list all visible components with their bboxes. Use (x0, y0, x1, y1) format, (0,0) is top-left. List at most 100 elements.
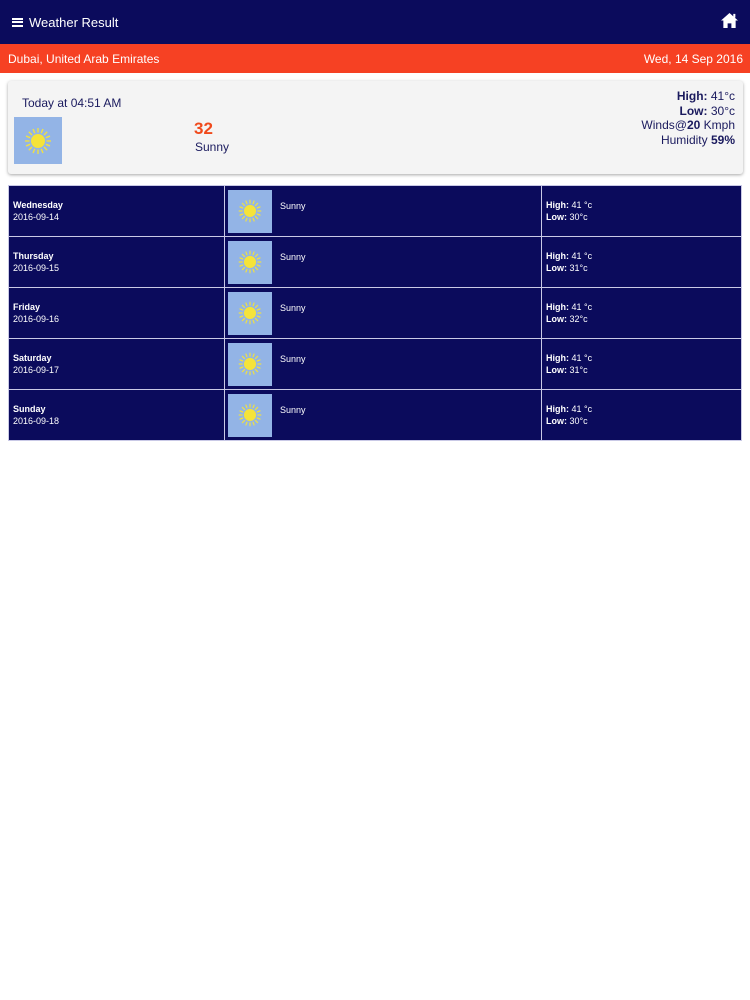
today-humidity: Humidity 59% (660, 132, 735, 147)
today-time: Today at 04:51 AM (22, 96, 122, 110)
sun-ray (245, 217, 248, 222)
forecast-temp-cell: High: 41 °c Low: 32°c (541, 287, 742, 339)
forecast-day-cell: Thursday 2016-09-15 (8, 236, 225, 288)
today-winds: Winds@20 Kmph (641, 118, 735, 132)
sun-ray (241, 215, 246, 220)
sun-ray (254, 304, 259, 309)
sun-ray (25, 134, 31, 138)
sun-ray (254, 215, 259, 220)
today-stats: High: 41°c Low: 30°c Winds@20 Kmph Humid… (641, 89, 735, 147)
sun-ray (241, 368, 246, 373)
forecast-temp-cell: High: 41 °c Low: 30°c (541, 185, 742, 237)
forecast-condition-cell: Sunny (224, 185, 542, 237)
sun-ray (241, 304, 246, 309)
sun-ray (239, 206, 244, 209)
sun-ray (245, 421, 248, 426)
sun-disc (243, 408, 257, 422)
sun-ray (40, 148, 44, 153)
sun-ray (256, 417, 261, 420)
sun-ray (40, 128, 44, 133)
sun-ray (252, 404, 255, 409)
forecast-weather-icon (228, 291, 272, 335)
sun-ray (25, 143, 31, 147)
sun-ray (252, 251, 255, 256)
sun-ray (245, 370, 248, 375)
today-condition: Sunny (195, 140, 230, 154)
sun-ray (254, 266, 259, 271)
sun-ray (239, 308, 244, 311)
sun-ray (239, 315, 244, 318)
forecast-temp-cell: High: 41 °c Low: 30°c (541, 389, 742, 441)
sun-ray (256, 410, 261, 413)
sun-ray (241, 406, 246, 411)
sun-ray (252, 200, 255, 205)
table-row[interactable]: Saturday 2016-09-17 Sunny High: 41 °c Low:… (8, 338, 742, 390)
sun-ray (254, 368, 259, 373)
sun-ray (239, 213, 244, 216)
sun-icon (238, 301, 262, 325)
sun-ray (252, 217, 255, 222)
sun-ray (256, 206, 261, 209)
today-high: High: 41°c (676, 89, 735, 103)
menu-button[interactable]: Weather Result (12, 15, 118, 30)
sun-ray (256, 213, 261, 216)
sun-ray (254, 419, 259, 424)
sun-ray (45, 134, 51, 138)
sun-ray (245, 251, 248, 256)
forecast-condition-cell: Sunny (224, 287, 542, 339)
forecast-weather-icon (228, 393, 272, 437)
sun-ray (239, 264, 244, 267)
sun-ray (252, 421, 255, 426)
sun-ray (245, 319, 248, 324)
sun-icon (238, 250, 262, 274)
app-title: Weather Result (29, 14, 119, 30)
table-row[interactable]: Wednesday 2016-09-14 Sunny High: 41 °c Low… (8, 185, 742, 237)
sun-ray (241, 317, 246, 322)
forecast-temp-cell: High: 41 °c Low: 31°c (541, 338, 742, 390)
sun-ray (28, 146, 33, 151)
sun-ray (241, 266, 246, 271)
forecast-condition-cell: Sunny (224, 389, 542, 441)
forecast-condition-cell: Sunny (224, 338, 542, 390)
location-name: Dubai, United Arab Emirates (8, 51, 160, 66)
sun-ray (45, 143, 51, 147)
today-temperature: 32 (194, 119, 213, 138)
forecast-temp-cell: High: 41 °c Low: 31°c (541, 236, 742, 288)
sun-ray (252, 268, 255, 273)
sun-disc (243, 357, 257, 371)
sun-ray (254, 317, 259, 322)
sun-ray (254, 406, 259, 411)
table-row[interactable]: Sunday 2016-09-18 Sunny High: 41 °c Low: 3… (8, 389, 742, 441)
sun-disc (243, 255, 257, 269)
sun-ray (245, 200, 248, 205)
sun-ray (43, 130, 48, 135)
forecast-table: Wednesday 2016-09-14 Sunny High: 41 °c Low… (8, 185, 742, 441)
forecast-weather-icon (228, 189, 272, 233)
sun-icon (238, 403, 262, 427)
sun-ray (256, 264, 261, 267)
sun-ray (239, 417, 244, 420)
sun-ray (241, 253, 246, 258)
sun-ray (239, 257, 244, 260)
sun-disc (31, 133, 45, 148)
sun-ray (252, 353, 255, 358)
app-bar: Weather Result (0, 0, 750, 44)
sun-ray (254, 202, 259, 207)
today-weather-card: Today at 04:51 AM 32 Sunny High: 41°c Lo… (8, 81, 743, 174)
today-weather-icon (14, 117, 62, 164)
forecast-day-cell: Wednesday 2016-09-14 (8, 185, 225, 237)
table-row[interactable]: Thursday 2016-09-15 Sunny High: 41 °c Low:… (8, 236, 742, 288)
sun-disc (243, 306, 257, 320)
home-icon[interactable] (720, 12, 739, 29)
sun-ray (256, 366, 261, 369)
sun-ray (245, 302, 248, 307)
sun-ray (28, 130, 33, 135)
location-bar: Dubai, United Arab Emirates Wed, 14 Sep … (0, 44, 750, 73)
table-row[interactable]: Friday 2016-09-16 Sunny High: 41 °c Low: 3… (8, 287, 742, 339)
sun-ray (32, 148, 36, 153)
sun-ray (241, 202, 246, 207)
sun-ray (256, 257, 261, 260)
sun-icon (25, 127, 51, 154)
sun-ray (241, 355, 246, 360)
forecast-day-cell: Saturday 2016-09-17 (8, 338, 225, 390)
